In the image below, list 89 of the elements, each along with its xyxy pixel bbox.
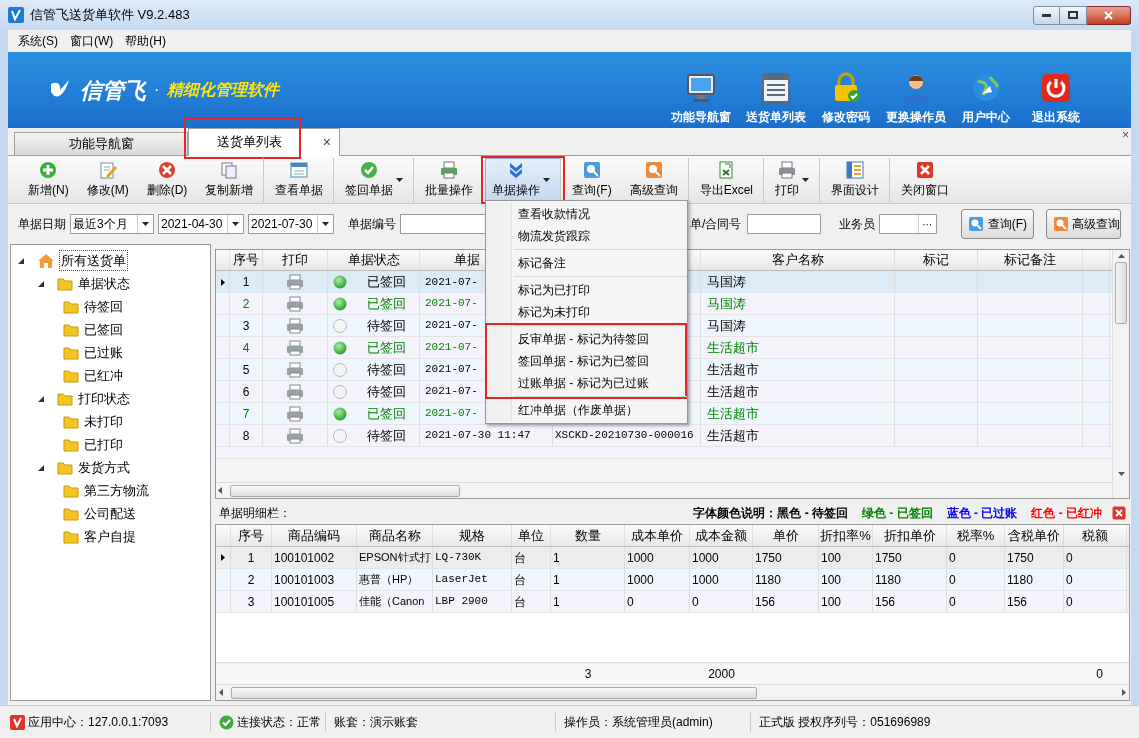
table-cell: 1000 xyxy=(625,547,690,568)
table-cell: 0 xyxy=(1064,591,1127,612)
status-text: 账套：演示账套 xyxy=(334,714,418,731)
logo-separator: · xyxy=(154,80,160,100)
status-text: 应用中心：127.0.0.1:7093 xyxy=(28,714,169,731)
table-cell: 1180 xyxy=(1005,569,1064,590)
table-cell: 5 xyxy=(230,359,263,380)
table-cell: 生活超市 xyxy=(701,425,895,446)
table-cell: 0 xyxy=(625,591,690,612)
table-cell: 100 xyxy=(819,591,873,612)
table-cell: 0 xyxy=(947,547,1005,568)
legend-text: 红色 - 已红冲 xyxy=(1031,505,1102,522)
window-title: 信管飞送货单软件 V9.2.483 xyxy=(30,6,190,25)
table-cell: 1180 xyxy=(753,569,819,590)
status-text: 待签回 xyxy=(367,382,406,401)
table-cell: 0 xyxy=(1064,569,1127,590)
legend-text: 蓝色 - 已过账 xyxy=(946,505,1018,522)
table-cell: 2 xyxy=(231,569,272,590)
table-cell: LQ-730K xyxy=(433,547,512,568)
field-label: 单据编号 xyxy=(348,216,396,233)
table-cell: 1000 xyxy=(625,569,690,590)
status-text: 操作员：系统管理员(admin) xyxy=(564,714,713,731)
status-text: 待签回 xyxy=(367,316,406,335)
table-cell: 惠普（HP） xyxy=(357,569,433,590)
total-cell-text: 2000 xyxy=(707,665,736,683)
table-cell: 0 xyxy=(947,569,1005,590)
table-cell: 100101003 xyxy=(272,569,357,590)
table-cell: 马国涛 xyxy=(701,272,895,292)
table-cell: 0 xyxy=(1064,547,1127,568)
table-cell: 100101002 xyxy=(272,547,357,568)
table-cell: 100 xyxy=(819,569,873,590)
table-cell: 3 xyxy=(230,315,263,336)
table-cell: 生活超市 xyxy=(701,337,895,358)
table-cell: 1 xyxy=(551,547,625,568)
status-text: 待签回 xyxy=(367,360,406,379)
table-cell: 0 xyxy=(947,591,1005,612)
table-cell: 佳能（Canon xyxy=(357,591,433,612)
table-cell: 156 xyxy=(1005,591,1064,612)
table-cell: 马国涛 xyxy=(701,293,895,314)
table-cell: 2021-07-30 11:47 xyxy=(420,425,553,446)
table-cell: 生活超市 xyxy=(701,359,895,380)
table-cell: 6 xyxy=(230,381,263,402)
table-cell: 100 xyxy=(819,547,873,568)
table-cell: 156 xyxy=(873,591,947,612)
table-cell: 1180 xyxy=(873,569,947,590)
table-cell: 156 xyxy=(753,591,819,612)
table-cell: 100101005 xyxy=(272,591,357,612)
status-text: 已签回 xyxy=(367,273,406,292)
status-text: 已签回 xyxy=(367,338,406,357)
table-cell: 4 xyxy=(230,337,263,358)
total-cell-text: 0 xyxy=(1095,665,1104,683)
section-title: 单据明细栏： xyxy=(219,505,291,522)
field-label: 单据日期 xyxy=(18,216,66,233)
table-cell: 2 xyxy=(230,293,263,314)
table-cell: 台 xyxy=(512,591,551,612)
slogan: 精细化管理软件 xyxy=(167,80,280,100)
status-text: 待签回 xyxy=(367,426,406,445)
table-cell: LBP 2900 xyxy=(433,591,512,612)
logo-text: 信管飞 xyxy=(80,76,146,105)
table-cell: 生活超市 xyxy=(701,381,895,402)
table-cell: 生活超市 xyxy=(701,403,895,424)
total-cell-text: 3 xyxy=(583,665,593,683)
legend-text: 绿色 - 已签回 xyxy=(862,505,933,522)
table-cell: 台 xyxy=(512,569,551,590)
table-cell: EPSON针式打 xyxy=(357,547,433,568)
table-cell: 1000 xyxy=(690,547,753,568)
table-cell: 0 xyxy=(690,591,753,612)
table-cell: 台 xyxy=(512,547,551,568)
table-cell: 1750 xyxy=(873,547,947,568)
table-cell: 马国涛 xyxy=(701,315,895,336)
table-cell: 1750 xyxy=(1005,547,1064,568)
field-label: 单/合同号 xyxy=(690,216,742,233)
table-cell: 1 xyxy=(551,569,625,590)
table-cell: LaserJet xyxy=(433,569,512,590)
legend-text: 字体颜色说明：黑色 - 待签回 xyxy=(693,505,848,522)
table-cell: XSCKD-20210730-000016 xyxy=(553,425,701,446)
field-label: 业务员 xyxy=(838,216,875,233)
table-cell: 1750 xyxy=(753,547,819,568)
status-text: 正式版 授权序列号：051696989 xyxy=(759,714,931,731)
table-cell: 7 xyxy=(230,403,263,424)
table-cell: 1 xyxy=(230,272,263,292)
table-cell: 1000 xyxy=(690,569,753,590)
status-text: 已签回 xyxy=(367,404,406,423)
table-cell: 8 xyxy=(230,425,263,446)
status-text: 已签回 xyxy=(367,294,406,313)
table-cell: 3 xyxy=(231,591,272,612)
table-cell: 1 xyxy=(551,591,625,612)
table-cell: 1 xyxy=(231,547,272,568)
status-text: 连接状态：正常 xyxy=(237,714,321,731)
